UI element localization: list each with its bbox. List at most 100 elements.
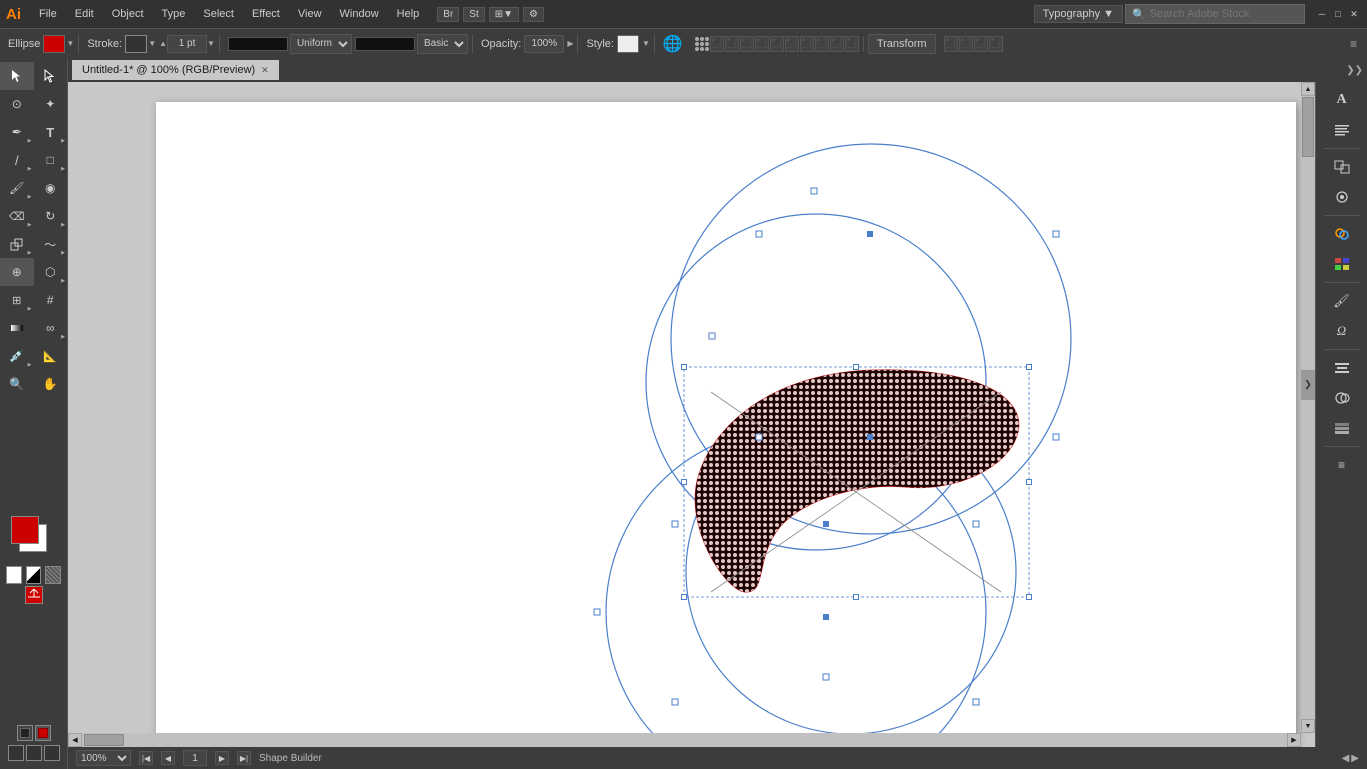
scale-tool[interactable]: ▶ bbox=[0, 230, 34, 258]
draw-mode-3[interactable] bbox=[44, 745, 60, 761]
stroke-weight-input[interactable]: ▲ ▼ bbox=[159, 35, 215, 53]
stroke-weight-field[interactable] bbox=[167, 35, 207, 53]
brush-panel-btn[interactable]: 🖌 bbox=[1324, 287, 1360, 315]
screen-mode-2[interactable] bbox=[35, 725, 51, 741]
swatches-panel-btn[interactable] bbox=[1324, 250, 1360, 278]
shapebuilder-tool[interactable]: ⊕ bbox=[0, 258, 34, 286]
grid-icon[interactable] bbox=[695, 37, 709, 51]
align-panel-btn[interactable] bbox=[1324, 354, 1360, 382]
distrib-v2-btn[interactable]: ⬛ bbox=[845, 36, 859, 52]
align-center-v-btn[interactable]: ⬛ bbox=[770, 36, 784, 52]
globe-btn[interactable]: 🌐 bbox=[659, 34, 687, 54]
horizontal-scrollbar[interactable]: ◀ ▶ bbox=[68, 733, 1301, 747]
blob-brush-tool[interactable]: ◉ bbox=[34, 174, 68, 202]
zoom-select[interactable]: 100% 50% 200% bbox=[76, 750, 131, 766]
menu-file[interactable]: File bbox=[31, 6, 65, 22]
next-page-btn[interactable]: ▶| bbox=[237, 751, 251, 765]
direct-select-tool[interactable] bbox=[34, 62, 68, 90]
hand-tool[interactable]: ✋ bbox=[34, 370, 68, 398]
zoom-tool[interactable]: 🔍 bbox=[0, 370, 34, 398]
line-tool[interactable]: /▶ bbox=[0, 146, 34, 174]
type-tool[interactable]: T▶ bbox=[34, 118, 68, 146]
toolbar-menu-btn[interactable]: ≡ bbox=[1350, 37, 1357, 51]
distrib-h-btn[interactable]: ⬛ bbox=[800, 36, 814, 52]
color-panel-btn[interactable] bbox=[1324, 220, 1360, 248]
magic-wand-tool[interactable]: ✦ bbox=[34, 90, 68, 118]
stroke-profile-select[interactable]: Basic bbox=[417, 34, 468, 54]
gradient-swatch[interactable] bbox=[26, 566, 42, 584]
mesh-tool[interactable]: # bbox=[34, 286, 68, 314]
search-box[interactable]: 🔍 bbox=[1125, 4, 1305, 24]
menu-object[interactable]: Object bbox=[104, 6, 152, 22]
bridge-btn[interactable]: Br bbox=[437, 7, 459, 22]
pathfinder-panel-btn[interactable] bbox=[1324, 384, 1360, 412]
minimize-btn[interactable]: ─ bbox=[1315, 7, 1329, 21]
distrib-v-btn[interactable]: ⬛ bbox=[815, 36, 829, 52]
align-bottom-btn[interactable]: ⬛ bbox=[785, 36, 799, 52]
paragraph-panel-btn[interactable] bbox=[1324, 116, 1360, 144]
extra-align-4[interactable]: ⬛ bbox=[989, 36, 1003, 52]
eraser-tool[interactable]: ⌫▶ bbox=[0, 202, 34, 230]
nav-right-arrow[interactable]: ▶ bbox=[1351, 753, 1359, 764]
rotate-tool[interactable]: ↻▶ bbox=[34, 202, 68, 230]
live-paint-tool[interactable]: ⬡▶ bbox=[34, 258, 68, 286]
scroll-thumb[interactable] bbox=[1302, 97, 1314, 157]
paintbrush-tool[interactable]: 🖌▶ bbox=[0, 174, 34, 202]
prev-page-btn[interactable]: |◀ bbox=[139, 751, 153, 765]
layers-panel-btn[interactable] bbox=[1324, 414, 1360, 442]
scroll-right-btn[interactable]: ▶ bbox=[1287, 733, 1301, 747]
menu-select[interactable]: Select bbox=[195, 6, 242, 22]
tab-expand-btn[interactable]: ❯❯ bbox=[1346, 65, 1363, 76]
perspective-tool[interactable]: ⊞▶ bbox=[0, 286, 34, 314]
opacity-arrow[interactable]: ▶ bbox=[567, 39, 573, 48]
draw-mode-1[interactable] bbox=[8, 745, 24, 761]
opacity-field[interactable] bbox=[524, 35, 564, 53]
align-center-h-btn[interactable]: ⬛ bbox=[725, 36, 739, 52]
distrib-h2-btn[interactable]: ⬛ bbox=[830, 36, 844, 52]
fill-control[interactable]: ▼ bbox=[43, 35, 74, 53]
pattern-swatch[interactable] bbox=[45, 566, 61, 584]
align-top-btn[interactable]: ⬛ bbox=[755, 36, 769, 52]
eyedropper-tool[interactable]: 💉▶ bbox=[0, 342, 34, 370]
h-scroll-thumb[interactable] bbox=[84, 734, 124, 746]
draw-mode-2[interactable] bbox=[26, 745, 42, 761]
style-arrow[interactable]: ▼ bbox=[642, 39, 650, 48]
transform-panel-btn[interactable] bbox=[1324, 153, 1360, 181]
rect-tool[interactable]: □▶ bbox=[34, 146, 68, 174]
fill-color-box[interactable] bbox=[43, 35, 65, 53]
tab-close-btn[interactable]: ✕ bbox=[261, 65, 269, 76]
gradient-tool[interactable] bbox=[0, 314, 34, 342]
menu-window[interactable]: Window bbox=[332, 6, 387, 22]
pen-tool[interactable]: ✒▶ bbox=[0, 118, 34, 146]
swap-colors-btn[interactable] bbox=[25, 586, 43, 604]
none-swatch[interactable] bbox=[6, 566, 22, 584]
extra-align-3[interactable]: ⬛ bbox=[974, 36, 988, 52]
extra-align-2[interactable]: ⬛ bbox=[959, 36, 973, 52]
stroke-color-box[interactable] bbox=[125, 35, 147, 53]
measure-tool[interactable]: 📐 bbox=[34, 342, 68, 370]
panel-collapse-btn[interactable]: ❯ bbox=[1301, 370, 1315, 400]
stroke-color-control[interactable]: ▼ bbox=[125, 35, 156, 53]
stroke-color-arrow[interactable]: ▼ bbox=[148, 39, 156, 48]
scroll-down-btn[interactable]: ▼ bbox=[1301, 719, 1315, 733]
panel-menu-btn[interactable]: ≡ bbox=[1324, 451, 1360, 479]
vertical-scrollbar[interactable]: ▲ ▼ bbox=[1301, 82, 1315, 733]
stroke-spin-up[interactable]: ▲ bbox=[159, 39, 167, 48]
next-btn[interactable]: ▶ bbox=[215, 751, 229, 765]
lasso-tool[interactable]: ⊙ bbox=[0, 90, 34, 118]
search-input[interactable] bbox=[1150, 8, 1298, 20]
stock-btn[interactable]: St bbox=[463, 7, 484, 22]
menu-view[interactable]: View bbox=[290, 6, 330, 22]
select-tool[interactable] bbox=[0, 62, 34, 90]
align-right-btn[interactable]: ⬛ bbox=[740, 36, 754, 52]
align-left-btn[interactable]: ⬛ bbox=[710, 36, 724, 52]
nav-left-arrow[interactable]: ◀ bbox=[1342, 753, 1350, 764]
maximize-btn[interactable]: □ bbox=[1331, 7, 1345, 21]
screen-mode-1[interactable] bbox=[17, 725, 33, 741]
menu-edit[interactable]: Edit bbox=[67, 6, 102, 22]
character-panel-btn[interactable]: A bbox=[1324, 86, 1360, 114]
close-btn[interactable]: ✕ bbox=[1347, 7, 1361, 21]
prev-btn[interactable]: ◀ bbox=[161, 751, 175, 765]
stroke-uniform-select[interactable]: Uniform bbox=[290, 34, 352, 54]
appearance-panel-btn[interactable] bbox=[1324, 183, 1360, 211]
